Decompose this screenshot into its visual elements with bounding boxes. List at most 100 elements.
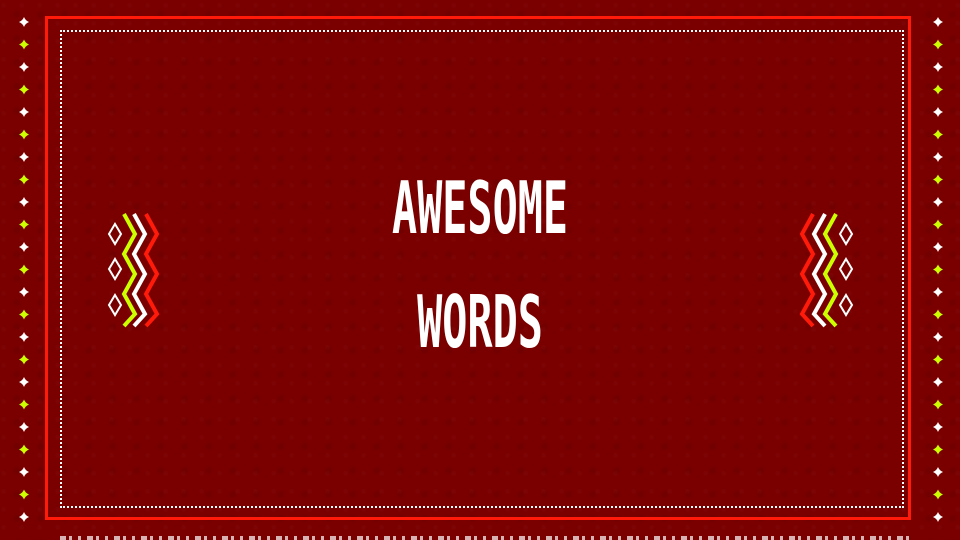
fringe-mark bbox=[618, 536, 621, 540]
fringe-mark bbox=[780, 536, 783, 540]
fringe-mark bbox=[645, 536, 648, 540]
sparkle-icon bbox=[19, 287, 29, 297]
fringe-mark bbox=[852, 536, 855, 540]
fringe-mark bbox=[447, 536, 450, 540]
fringe-mark bbox=[240, 536, 243, 540]
fringe-mark bbox=[609, 536, 612, 540]
fringe-mark bbox=[204, 536, 207, 540]
fringe-mark bbox=[474, 536, 477, 540]
fringe-mark bbox=[888, 536, 891, 540]
fringe-mark bbox=[546, 536, 552, 540]
fringe-mark bbox=[249, 536, 255, 540]
fringe-mark bbox=[303, 536, 309, 540]
fringe-mark bbox=[213, 536, 216, 540]
fringe-mark bbox=[87, 536, 93, 540]
sparkle-icon bbox=[933, 399, 943, 410]
fringe-mark bbox=[483, 536, 486, 540]
fringe-mark bbox=[384, 536, 390, 540]
fringe-mark bbox=[600, 536, 606, 540]
bottom-fringe bbox=[60, 536, 909, 540]
fringe-mark bbox=[492, 536, 498, 540]
fringe-mark bbox=[438, 536, 444, 540]
right-sparkle-column bbox=[933, 17, 943, 522]
fringe-mark bbox=[825, 536, 828, 540]
title-line-2: WORDS bbox=[417, 280, 543, 364]
fringe-mark bbox=[330, 536, 336, 540]
fringe-mark bbox=[132, 536, 135, 540]
sparkle-icon bbox=[933, 197, 943, 207]
fringe-mark bbox=[357, 536, 363, 540]
fringe-mark bbox=[222, 536, 228, 540]
sparkle-icon bbox=[19, 17, 29, 27]
fringe-mark bbox=[456, 536, 459, 540]
fringe-mark bbox=[429, 536, 432, 540]
fringe-mark bbox=[573, 536, 579, 540]
sparkle-icon bbox=[933, 264, 943, 275]
fringe-mark bbox=[186, 536, 189, 540]
fringe-mark bbox=[807, 536, 810, 540]
fringe-mark bbox=[141, 536, 147, 540]
fringe-mark bbox=[168, 536, 174, 540]
fringe-mark bbox=[339, 536, 342, 540]
fringe-mark bbox=[897, 536, 903, 540]
sparkle-icon bbox=[19, 332, 29, 342]
sparkle-icon bbox=[933, 467, 943, 477]
slide: AWESOME WORDS bbox=[0, 0, 960, 540]
sparkle-icon bbox=[19, 174, 29, 185]
fringe-mark bbox=[105, 536, 108, 540]
sparkle-icon bbox=[19, 152, 29, 162]
fringe-mark bbox=[267, 536, 270, 540]
sparkle-icon bbox=[19, 219, 29, 230]
fringe-mark bbox=[870, 536, 876, 540]
fringe-mark bbox=[321, 536, 324, 540]
fringe-mark bbox=[393, 536, 396, 540]
fringe-mark bbox=[114, 536, 120, 540]
diamond-icon bbox=[838, 222, 854, 317]
zigzag-lime bbox=[822, 213, 839, 328]
fringe-mark bbox=[60, 536, 66, 540]
fringe-mark bbox=[753, 536, 756, 540]
fringe-mark bbox=[78, 536, 81, 540]
zigzag-red bbox=[799, 213, 816, 328]
sparkle-icon bbox=[19, 129, 29, 140]
fringe-mark bbox=[195, 536, 201, 540]
fringe-mark bbox=[771, 536, 774, 540]
fringe-mark bbox=[708, 536, 714, 540]
fringe-mark bbox=[177, 536, 180, 540]
zigzag-white bbox=[811, 213, 828, 328]
sparkle-icon bbox=[933, 512, 943, 522]
fringe-mark bbox=[627, 536, 633, 540]
fringe-mark bbox=[735, 536, 741, 540]
zigzag-lime bbox=[121, 213, 138, 328]
sparkle-icon bbox=[933, 332, 943, 342]
fringe-mark bbox=[636, 536, 639, 540]
fringe-mark bbox=[312, 536, 315, 540]
fringe-mark bbox=[555, 536, 558, 540]
sparkle-icon bbox=[19, 467, 29, 477]
fringe-mark bbox=[816, 536, 822, 540]
left-zigzag-ornament bbox=[107, 213, 160, 328]
fringe-mark bbox=[519, 536, 525, 540]
sparkle-icon bbox=[933, 152, 943, 162]
sparkle-icon bbox=[933, 309, 943, 320]
decorative-borders bbox=[19, 17, 943, 540]
fringe-mark bbox=[654, 536, 660, 540]
sparkle-icon bbox=[933, 107, 943, 117]
zigzag-red bbox=[143, 213, 160, 328]
fringe-mark bbox=[537, 536, 540, 540]
fringe-mark bbox=[348, 536, 351, 540]
sparkle-icon bbox=[19, 422, 29, 432]
sparkle-icon bbox=[19, 354, 29, 365]
fringe-mark bbox=[762, 536, 768, 540]
diamond-icon bbox=[107, 222, 123, 317]
fringe-mark bbox=[285, 536, 288, 540]
fringe-mark bbox=[69, 536, 72, 540]
fringe-mark bbox=[663, 536, 666, 540]
fringe-mark bbox=[231, 536, 234, 540]
sparkle-icon bbox=[19, 84, 29, 95]
fringe-mark bbox=[789, 536, 795, 540]
sparkle-icon bbox=[19, 264, 29, 275]
fringe-mark bbox=[276, 536, 282, 540]
fringe-mark bbox=[582, 536, 585, 540]
fringe-mark bbox=[717, 536, 720, 540]
